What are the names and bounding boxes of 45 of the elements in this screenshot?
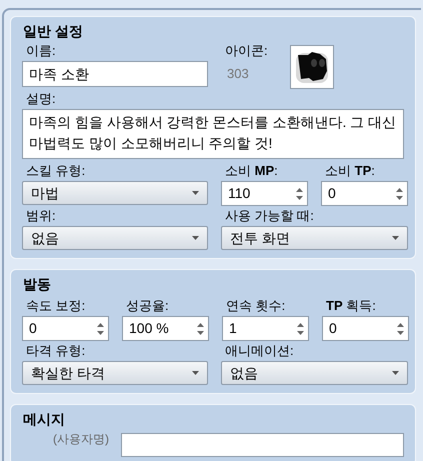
spinner-icon <box>197 322 204 336</box>
field-label: 타격 유형: <box>25 342 86 360</box>
message-field[interactable] <box>121 433 404 457</box>
dropdown[interactable]: 전투 화면 <box>221 226 408 250</box>
field-label: 애니메이션: <box>224 342 295 360</box>
caret-icon <box>392 371 399 375</box>
field-label: 아이콘: <box>224 42 269 60</box>
field-label: 스킬 유형: <box>25 162 86 180</box>
number-field[interactable]: 110 <box>221 181 308 206</box>
dropdown[interactable]: 마법 <box>22 181 208 205</box>
field-label: 성공율: <box>125 297 170 315</box>
dropdown[interactable]: 확실한 타격 <box>22 361 208 385</box>
number-field[interactable]: 0 <box>321 181 408 206</box>
spinner-icon <box>297 322 304 336</box>
field-label: 속도 보정: <box>25 297 86 315</box>
field-label: 소비 MP: <box>224 162 279 180</box>
caret-icon <box>192 191 199 195</box>
description-field[interactable]: 마족의 힘을 사용해서 강력한 몬스터를 소환해낸다. 그 대신 마법력도 많이 소모해버리니 주의할 것! <box>22 109 404 159</box>
field-label: 이름: <box>25 42 57 60</box>
caret-icon <box>392 236 399 240</box>
dropdown[interactable]: 없음 <box>221 361 408 385</box>
number-field[interactable]: 0 <box>322 316 409 341</box>
group-title: 메시지 <box>22 410 66 429</box>
spinner-icon <box>397 322 404 336</box>
field-label: 범위: <box>25 207 57 225</box>
spinner-icon <box>296 186 303 200</box>
name-field[interactable]: 마족 소환 <box>22 61 208 87</box>
user-name-label: (사용자명) <box>52 433 109 448</box>
icon-index: 303 <box>226 65 250 83</box>
number-field[interactable]: 1 <box>222 316 309 341</box>
skill-icon[interactable] <box>290 45 334 89</box>
caret-icon <box>192 236 199 240</box>
number-field[interactable]: 0 <box>22 316 109 341</box>
field-label: 사용 가능할 때: <box>224 207 315 225</box>
field-label: 소비 TP: <box>324 162 376 180</box>
spinner-icon <box>396 186 403 200</box>
dropdown[interactable]: 없음 <box>22 226 208 250</box>
group-title: 일반 설정 <box>22 22 84 41</box>
group-title: 발동 <box>22 275 52 294</box>
caret-icon <box>192 371 199 375</box>
field-label: 연속 횟수: <box>225 297 286 315</box>
spinner-icon <box>97 322 104 336</box>
field-label: TP 획득: <box>325 297 377 315</box>
field-label: 설명: <box>25 90 57 108</box>
number-field[interactable]: 100 % <box>122 316 209 341</box>
